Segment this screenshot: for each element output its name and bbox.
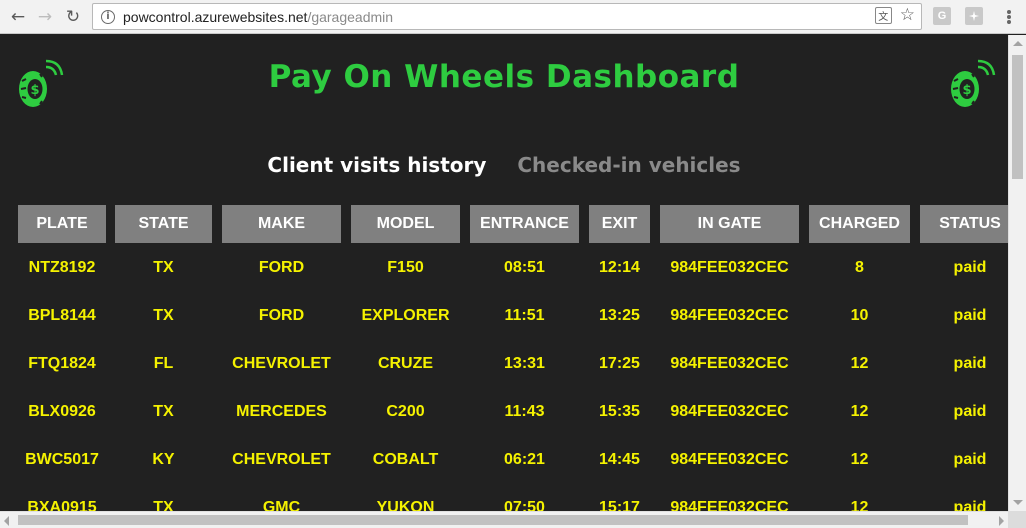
star-icon[interactable]: ☆ bbox=[900, 7, 915, 24]
table-cell: 12 bbox=[850, 355, 869, 372]
svg-text:$: $ bbox=[962, 83, 971, 98]
table-cell: C200 bbox=[386, 403, 425, 420]
table-cell: paid bbox=[953, 259, 987, 276]
table-cell: 984FEE032CEC bbox=[670, 259, 789, 276]
column-header: PLATE bbox=[18, 205, 106, 243]
tab-checked-in-vehicles[interactable]: Checked-in vehicles bbox=[517, 153, 740, 177]
table-cell: FTQ1824 bbox=[28, 355, 96, 372]
table-cell: 15:17 bbox=[599, 499, 640, 511]
table-cell: TX bbox=[153, 499, 174, 511]
table-cell: BLX0926 bbox=[28, 403, 96, 420]
column-header: MODEL bbox=[351, 205, 460, 243]
address-bar[interactable]: i powcontrol.azurewebsites.net/garageadm… bbox=[92, 3, 922, 30]
back-arrow-icon[interactable]: ← bbox=[6, 5, 30, 29]
table-cell: 984FEE032CEC bbox=[670, 307, 789, 324]
table-cell: TX bbox=[153, 403, 174, 420]
table-cell: CHEVROLET bbox=[232, 355, 331, 372]
table-cell: 984FEE032CEC bbox=[670, 451, 789, 468]
table-cell: 15:35 bbox=[599, 403, 640, 420]
column-header: IN GATE bbox=[660, 205, 799, 243]
vertical-scrollbar[interactable] bbox=[1008, 35, 1026, 511]
view-tabs: Client visits history Checked-in vehicle… bbox=[0, 153, 1008, 177]
column-header: MAKE bbox=[222, 205, 341, 243]
column-header: STATUS bbox=[920, 205, 1008, 243]
table-cell: TX bbox=[153, 259, 174, 276]
table-cell: 11:51 bbox=[504, 307, 545, 324]
table-cell: BPL8144 bbox=[28, 307, 96, 324]
table-cell: CHEVROLET bbox=[232, 451, 331, 468]
translate-icon[interactable]: 文 bbox=[874, 7, 892, 24]
url-text[interactable]: powcontrol.azurewebsites.net/garageadmin bbox=[123, 9, 393, 25]
extension-g-label: G bbox=[937, 10, 947, 22]
table-cell: 984FEE032CEC bbox=[670, 499, 789, 511]
info-icon[interactable]: i bbox=[101, 9, 115, 24]
browser-toolbar: ← → ↻ i powcontrol.azurewebsites.net/gar… bbox=[0, 0, 1026, 34]
dashboard-page: $ Pay On Wheels Dashboard $ Client visit… bbox=[0, 35, 1008, 511]
table-cell: COBALT bbox=[372, 451, 439, 468]
table-cell: 13:25 bbox=[599, 307, 640, 324]
scrollbar-corner bbox=[1008, 511, 1026, 528]
table-cell: BXA0915 bbox=[27, 499, 97, 511]
column-header: EXIT bbox=[589, 205, 650, 243]
table-cell: 08:51 bbox=[504, 259, 545, 276]
table-cell: GMC bbox=[262, 499, 301, 511]
table-cell: 984FEE032CEC bbox=[670, 355, 789, 372]
table-cell: paid bbox=[953, 307, 987, 324]
table-cell: 12:14 bbox=[599, 259, 640, 276]
scroll-right-arrow-icon[interactable] bbox=[999, 516, 1004, 526]
table-cell: paid bbox=[953, 403, 987, 420]
url-path: /garageadmin bbox=[307, 8, 394, 25]
table-cell: 17:25 bbox=[599, 355, 640, 372]
tab-client-visits-history[interactable]: Client visits history bbox=[267, 153, 486, 177]
table-cell: 13:31 bbox=[504, 355, 545, 372]
table-cell: 12 bbox=[850, 499, 869, 511]
table-cell: BWC5017 bbox=[25, 451, 99, 468]
table-cell: KY bbox=[152, 451, 175, 468]
column-header: CHARGED bbox=[809, 205, 910, 243]
pdf-icon bbox=[969, 11, 979, 21]
reload-icon[interactable]: ↻ bbox=[61, 5, 85, 29]
table-cell: CRUZE bbox=[377, 355, 434, 372]
table-cell: 14:45 bbox=[599, 451, 640, 468]
extension-g-icon[interactable]: G bbox=[933, 7, 951, 25]
table-cell: 10 bbox=[850, 307, 869, 324]
scroll-up-arrow-icon[interactable] bbox=[1013, 41, 1023, 46]
table-cell: 06:21 bbox=[504, 451, 545, 468]
column-header: ENTRANCE bbox=[470, 205, 579, 243]
scroll-left-arrow-icon[interactable] bbox=[4, 516, 9, 526]
table-cell: EXPLORER bbox=[361, 307, 450, 324]
scroll-down-arrow-icon[interactable] bbox=[1013, 500, 1023, 505]
page-title: Pay On Wheels Dashboard bbox=[268, 59, 740, 95]
table-cell: YUKON bbox=[376, 499, 435, 511]
table-cell: FL bbox=[153, 355, 174, 372]
forward-arrow-icon[interactable]: → bbox=[33, 5, 57, 29]
table-cell: NTZ8192 bbox=[28, 259, 96, 276]
vertical-scroll-thumb[interactable] bbox=[1012, 55, 1023, 179]
table-cell: paid bbox=[953, 451, 987, 468]
table-cell: F150 bbox=[387, 259, 424, 276]
table-cell: paid bbox=[953, 355, 987, 372]
table-cell: 12 bbox=[850, 451, 869, 468]
browser-menu-icon[interactable] bbox=[1000, 8, 1018, 26]
url-host: powcontrol.azurewebsites.net bbox=[123, 8, 308, 25]
table-cell: 12 bbox=[850, 403, 869, 420]
wheel-dollar-wifi-icon: $ bbox=[951, 59, 996, 107]
table-cell: FORD bbox=[258, 259, 305, 276]
table-cell: 8 bbox=[855, 259, 864, 276]
table-cell: 07:50 bbox=[504, 499, 545, 511]
extension-pdf-icon[interactable] bbox=[965, 7, 983, 25]
table-cell: 984FEE032CEC bbox=[670, 403, 789, 420]
table-cell: 11:43 bbox=[504, 403, 545, 420]
horizontal-scroll-thumb[interactable] bbox=[18, 515, 968, 525]
table-cell: TX bbox=[153, 307, 174, 324]
column-header: STATE bbox=[115, 205, 212, 243]
table-cell: MERCEDES bbox=[236, 403, 327, 420]
table-cell: paid bbox=[953, 499, 987, 511]
horizontal-scrollbar[interactable] bbox=[0, 511, 1008, 528]
table-cell: FORD bbox=[258, 307, 305, 324]
